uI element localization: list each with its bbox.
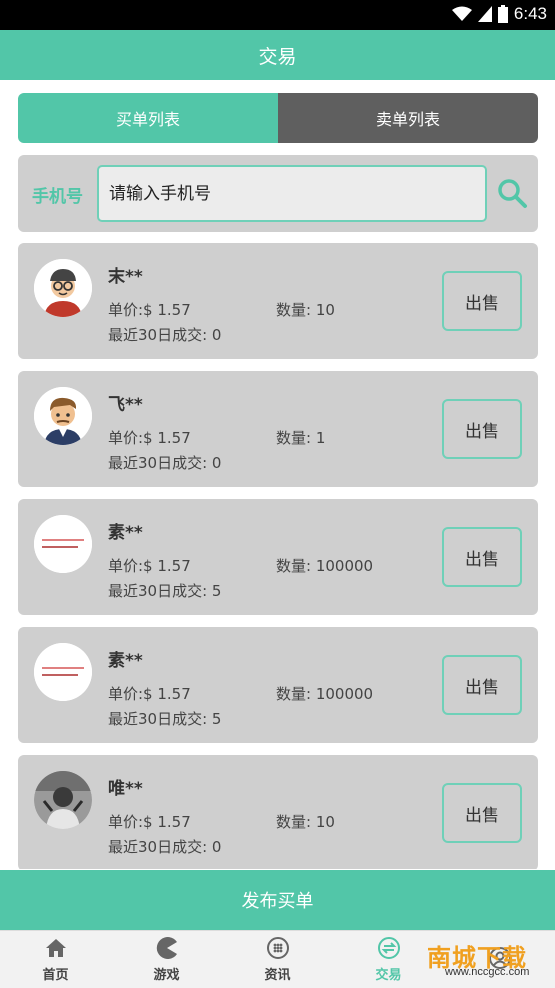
nav-item-games[interactable]: 游戏 — [111, 931, 222, 988]
unit-price: 单价:$ 1.57 — [108, 685, 191, 703]
quantity: 数量: 10 — [276, 301, 335, 319]
unit-price: 单价:$ 1.57 — [108, 429, 191, 447]
publish-buy-order-button[interactable]: 发布买单 — [0, 870, 555, 930]
recent-deals: 最近30日成交: 5 — [108, 710, 222, 728]
sell-button[interactable]: 出售 — [442, 783, 522, 843]
quantity: 数量: 10 — [276, 813, 335, 831]
phone-search-input[interactable] — [97, 165, 487, 222]
photo-avatar — [34, 771, 92, 829]
sell-button[interactable]: 出售 — [442, 655, 522, 715]
nav-item-home[interactable]: 首页 — [0, 931, 111, 988]
quantity: 数量: 1 — [276, 429, 326, 447]
wifi-icon — [451, 6, 472, 21]
search-panel: 手机号 — [18, 155, 538, 232]
tab-sell-list[interactable]: 卖单列表 — [278, 93, 538, 143]
recent-deals: 最近30日成交: 0 — [108, 838, 222, 856]
text-avatar — [34, 643, 92, 701]
page-title: 交易 — [258, 45, 297, 68]
quantity: 数量: 100000 — [276, 685, 374, 703]
text-avatar — [34, 515, 92, 573]
man-avatar — [34, 387, 92, 445]
unit-price: 单价:$ 1.57 — [108, 301, 191, 319]
order-card: 末** 单价:$ 1.57 数量: 10 最近30日成交: 0 出售 — [18, 243, 538, 359]
quantity: 数量: 100000 — [276, 557, 374, 575]
glasses-man-avatar — [34, 259, 92, 317]
user-name: 唯** — [108, 779, 143, 799]
grid-circle-icon — [266, 937, 289, 959]
unit-price: 单价:$ 1.57 — [108, 557, 191, 575]
nav-label: 资讯 — [264, 968, 291, 983]
nav-label: 首页 — [42, 968, 69, 983]
search-icon[interactable] — [496, 177, 528, 209]
watermark-logo: 南城下载 www.nccgcc.com — [427, 938, 545, 982]
user-name: 末** — [108, 267, 143, 287]
recent-deals: 最近30日成交: 5 — [108, 582, 222, 600]
tab-buy-list[interactable]: 买单列表 — [18, 93, 278, 143]
battery-icon — [497, 5, 508, 23]
watermark-url: www.nccgcc.com — [445, 966, 530, 978]
recent-deals: 最近30日成交: 0 — [108, 454, 222, 472]
user-name: 素** — [108, 523, 143, 543]
nav-item-news[interactable]: 资讯 — [222, 931, 333, 988]
user-name: 素** — [108, 651, 143, 671]
status-icons: 6:43 — [451, 4, 547, 24]
nav-label: 游戏 — [153, 968, 180, 983]
phone-label: 手机号 — [32, 187, 83, 207]
user-name: 飞** — [108, 395, 143, 415]
exchange-icon — [377, 937, 400, 959]
order-list: 末** 单价:$ 1.57 数量: 10 最近30日成交: 0 出售 飞** 单… — [18, 243, 538, 869]
status-bar: 6:43 — [0, 0, 555, 30]
sell-button[interactable]: 出售 — [442, 527, 522, 587]
order-card: 飞** 单价:$ 1.57 数量: 1 最近30日成交: 0 出售 — [18, 371, 538, 487]
sell-button[interactable]: 出售 — [442, 399, 522, 459]
unit-price: 单价:$ 1.57 — [108, 813, 191, 831]
order-card: 唯** 单价:$ 1.57 数量: 10 最近30日成交: 0 出售 — [18, 755, 538, 869]
recent-deals: 最近30日成交: 0 — [108, 326, 222, 344]
signal-icon — [477, 6, 492, 22]
order-tabs: 买单列表 卖单列表 — [18, 93, 538, 143]
nav-label: 交易 — [375, 968, 402, 983]
order-card: 素** 单价:$ 1.57 数量: 100000 最近30日成交: 5 出售 — [18, 499, 538, 615]
home-icon — [45, 939, 66, 957]
order-card: 素** 单价:$ 1.57 数量: 100000 最近30日成交: 5 出售 — [18, 627, 538, 743]
pacman-icon — [156, 937, 177, 959]
sell-button[interactable]: 出售 — [442, 271, 522, 331]
app-header: 交易 — [0, 30, 555, 80]
status-time: 6:43 — [513, 4, 547, 23]
